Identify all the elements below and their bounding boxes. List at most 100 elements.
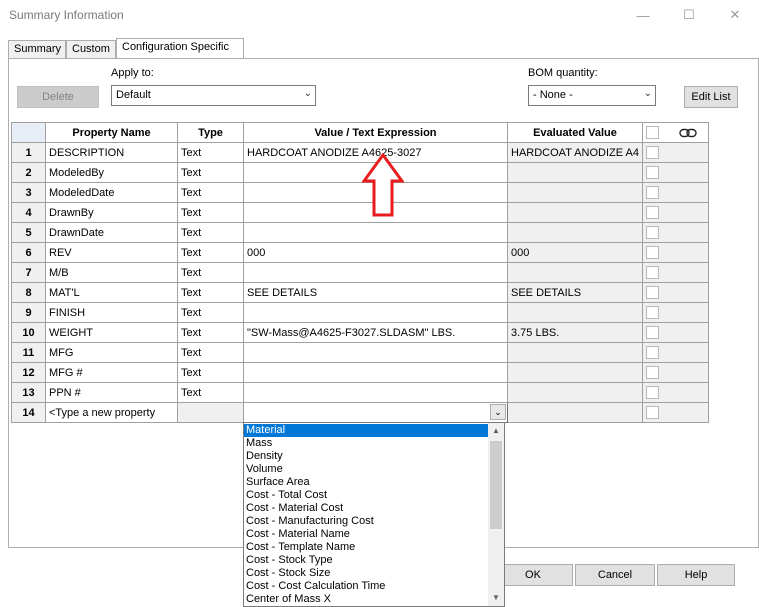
dropdown-option[interactable]: Volume (244, 463, 489, 476)
row-number[interactable]: 6 (11, 242, 46, 263)
apply-to-select[interactable]: Default ⌄ (111, 85, 316, 106)
help-button[interactable]: Help (657, 564, 735, 586)
property-name-cell[interactable]: DrawnBy (45, 202, 178, 223)
dropdown-option[interactable]: Cost - Template Name (244, 541, 489, 554)
dropdown-option[interactable]: Cost - Total Cost (244, 489, 489, 502)
dropdown-option[interactable]: Density (244, 450, 489, 463)
value-combo-cell[interactable]: ⌄ (243, 402, 508, 423)
type-cell[interactable] (177, 402, 244, 423)
row-checkbox[interactable] (645, 386, 659, 399)
row-checkbox[interactable] (645, 406, 659, 419)
property-name-cell[interactable]: DESCRIPTION (45, 142, 178, 163)
select-all-checkbox[interactable] (645, 126, 659, 139)
row-checkbox[interactable] (645, 226, 659, 239)
row-checkbox[interactable] (645, 346, 659, 359)
type-cell[interactable]: Text (177, 222, 244, 243)
tab-custom[interactable]: Custom (66, 40, 116, 59)
value-cell[interactable] (243, 342, 508, 363)
value-dropdown-list[interactable]: Material Mass Density Volume Surface Area Cos… (243, 422, 505, 607)
row-number[interactable]: 2 (11, 162, 46, 183)
value-cell[interactable]: SEE DETAILS (243, 282, 508, 303)
close-button[interactable]: ✕ (712, 0, 758, 30)
property-name-cell[interactable]: M/B (45, 262, 178, 283)
type-cell[interactable]: Text (177, 362, 244, 383)
value-cell[interactable]: "SW-Mass@A4625-F3027.SLDASM" LBS. (243, 322, 508, 343)
edit-list-button[interactable]: Edit List (684, 86, 738, 108)
type-cell[interactable]: Text (177, 382, 244, 403)
delete-button[interactable]: Delete (17, 86, 99, 108)
type-cell[interactable]: Text (177, 142, 244, 163)
tab-configuration-specific[interactable]: Configuration Specific (116, 38, 244, 60)
row-checkbox[interactable] (645, 186, 659, 199)
row-number[interactable]: 8 (11, 282, 46, 303)
row-number[interactable]: 13 (11, 382, 46, 403)
row-number[interactable]: 9 (11, 302, 46, 323)
header-property-name[interactable]: Property Name (45, 122, 178, 143)
property-name-cell[interactable]: FINISH (45, 302, 178, 323)
row-number[interactable]: 14 (11, 402, 46, 423)
type-cell[interactable]: Text (177, 282, 244, 303)
header-evaluated-value[interactable]: Evaluated Value (507, 122, 643, 143)
type-cell[interactable]: Text (177, 342, 244, 363)
row-checkbox[interactable] (645, 366, 659, 379)
ok-button[interactable]: OK (493, 564, 573, 586)
property-name-cell[interactable]: DrawnDate (45, 222, 178, 243)
dropdown-option[interactable]: Center of Mass X (244, 593, 489, 606)
type-cell[interactable]: Text (177, 262, 244, 283)
row-checkbox[interactable] (645, 206, 659, 219)
dropdown-option[interactable]: Surface Area (244, 476, 489, 489)
row-number[interactable]: 10 (11, 322, 46, 343)
row-checkbox[interactable] (645, 146, 659, 159)
dropdown-scrollbar[interactable]: ▲ ▼ (488, 423, 504, 606)
row-number[interactable]: 5 (11, 222, 46, 243)
row-checkbox[interactable] (645, 326, 659, 339)
property-name-cell[interactable]: WEIGHT (45, 322, 178, 343)
property-name-cell[interactable]: PPN # (45, 382, 178, 403)
dropdown-option[interactable]: Cost - Stock Size (244, 567, 489, 580)
row-number[interactable]: 7 (11, 262, 46, 283)
type-cell[interactable]: Text (177, 182, 244, 203)
value-cell[interactable] (243, 382, 508, 403)
type-cell[interactable]: Text (177, 302, 244, 323)
value-cell[interactable] (243, 302, 508, 323)
header-value[interactable]: Value / Text Expression (243, 122, 508, 143)
row-number[interactable]: 11 (11, 342, 46, 363)
dropdown-option[interactable]: Material (244, 424, 489, 437)
bom-quantity-select[interactable]: - None - ⌄ (528, 85, 656, 106)
header-type[interactable]: Type (177, 122, 244, 143)
value-cell[interactable] (243, 222, 508, 243)
property-name-cell[interactable]: MFG # (45, 362, 178, 383)
type-cell[interactable]: Text (177, 242, 244, 263)
row-checkbox[interactable] (645, 286, 659, 299)
minimize-button[interactable]: — (620, 0, 666, 30)
dropdown-option[interactable]: Cost - Material Cost (244, 502, 489, 515)
scroll-up-icon[interactable]: ▲ (488, 423, 504, 439)
scroll-down-icon[interactable]: ▼ (488, 590, 504, 606)
row-number[interactable]: 3 (11, 182, 46, 203)
value-cell[interactable]: 000 (243, 242, 508, 263)
row-checkbox[interactable] (645, 306, 659, 319)
row-number[interactable]: 12 (11, 362, 46, 383)
property-name-cell[interactable]: ModeledDate (45, 182, 178, 203)
dropdown-option[interactable]: Mass (244, 437, 489, 450)
row-checkbox[interactable] (645, 246, 659, 259)
property-name-cell[interactable]: REV (45, 242, 178, 263)
tab-summary[interactable]: Summary (8, 40, 66, 59)
dropdown-option[interactable]: Cost - Cost Calculation Time (244, 580, 489, 593)
property-name-cell[interactable]: MAT'L (45, 282, 178, 303)
row-number[interactable]: 1 (11, 142, 46, 163)
dropdown-option[interactable]: Cost - Manufacturing Cost (244, 515, 489, 528)
value-cell[interactable] (243, 262, 508, 283)
row-checkbox[interactable] (645, 166, 659, 179)
link-icon[interactable] (679, 128, 697, 138)
maximize-button[interactable]: ☐ (666, 0, 712, 30)
value-cell[interactable] (243, 362, 508, 383)
scroll-thumb[interactable] (490, 441, 502, 529)
row-checkbox[interactable] (645, 266, 659, 279)
row-number[interactable]: 4 (11, 202, 46, 223)
type-cell[interactable]: Text (177, 322, 244, 343)
table-corner[interactable] (11, 122, 46, 143)
property-name-cell[interactable]: MFG (45, 342, 178, 363)
type-cell[interactable]: Text (177, 202, 244, 223)
new-property-name-cell[interactable]: <Type a new property (45, 402, 178, 423)
